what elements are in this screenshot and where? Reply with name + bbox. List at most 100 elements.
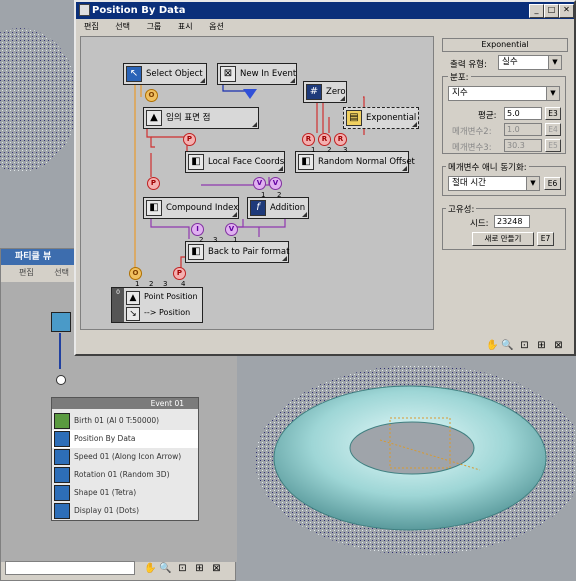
speed-icon [54, 449, 70, 465]
seed-field[interactable]: 23248 [494, 215, 530, 228]
menu-group[interactable]: 그룹 [147, 22, 162, 31]
node-back-to-pair[interactable]: ◧ Back to Pair format [185, 241, 289, 263]
new-seed-button[interactable]: 새로 만들기 [472, 232, 534, 246]
maximize-button[interactable]: □ [544, 4, 559, 18]
menu-select[interactable]: 선택 [115, 22, 130, 31]
triangle-icon: ▲ [126, 291, 140, 305]
event-item-label: Rotation 01 (Random 3D) [74, 470, 170, 479]
zoom-region-icon[interactable]: ⊡ [176, 562, 189, 575]
node-local-face-coords[interactable]: ◧ Local Face Coords [185, 151, 285, 173]
distribution-select[interactable]: 지수 ▼ [448, 86, 560, 101]
param2-field[interactable]: 1.0 [504, 123, 542, 136]
zoom-extents-icon[interactable]: ⊞ [193, 562, 206, 575]
pv-status-field[interactable] [5, 561, 135, 575]
event-item-speed[interactable]: Speed 01 (Along Icon Arrow) [52, 448, 198, 466]
event-item-label: Position By Data [74, 434, 136, 443]
event-item-birth[interactable]: Birth 01 (Al 0 T:50000) [52, 412, 198, 430]
param3-label: 메개변수3: [452, 143, 492, 153]
node-random-normal-offset[interactable]: ◧ Random Normal Offset [295, 151, 415, 173]
pv-menu-edit[interactable]: 편집 [19, 268, 34, 277]
port-number: 2 [277, 191, 282, 199]
menu-display[interactable]: 표시 [178, 22, 193, 31]
port-vector-2[interactable]: V [269, 177, 282, 190]
pv-menu-select[interactable]: 선택 [54, 268, 69, 277]
port-integer[interactable]: I [191, 223, 204, 236]
mean-field[interactable]: 5.0 [504, 107, 542, 120]
param2-button[interactable]: E4 [545, 123, 561, 136]
select-value: 절대 시간 [452, 178, 486, 188]
rollout-header[interactable]: Exponential [442, 38, 568, 52]
properties-panel: Exponential 출력 유형: 실수 ▼ 분포: 지수 ▼ 평균: 5.0 E… [434, 36, 570, 296]
app-icon [79, 4, 90, 16]
minimize-button[interactable]: _ [529, 4, 544, 18]
no-draw-icon[interactable]: ⊠ [552, 339, 565, 352]
port-point-3[interactable]: P [173, 267, 186, 280]
node-label-1: Point Position [144, 292, 198, 301]
event-item-shape[interactable]: Shape 01 (Tetra) [52, 484, 198, 502]
node-zero[interactable]: # Zero [303, 81, 347, 103]
index-icon: ◧ [146, 200, 162, 216]
wire [59, 333, 61, 369]
output-type-select[interactable]: 실수 ▼ [498, 55, 562, 70]
pan-icon[interactable]: ✋ [144, 562, 157, 575]
rotation-icon [54, 467, 70, 483]
node-addition[interactable]: f Addition [247, 197, 309, 219]
pan-icon[interactable]: ✋ [486, 339, 499, 352]
source-node-icon[interactable] [51, 312, 71, 332]
mean-button[interactable]: E3 [545, 107, 561, 120]
zoom-extents-icon[interactable]: ⊞ [535, 339, 548, 352]
menu-options[interactable]: 옵션 [209, 22, 224, 31]
port-object[interactable]: O [145, 89, 158, 102]
shape-icon [54, 485, 70, 501]
event-title: Event 01 [52, 398, 198, 409]
new-seed-code-button[interactable]: E7 [537, 232, 554, 246]
port-vector-1[interactable]: V [253, 177, 266, 190]
chevron-down-icon: ▼ [526, 177, 539, 190]
display-icon [54, 503, 70, 519]
node-label: New In Event [240, 69, 297, 79]
zoom-region-icon[interactable]: ⊡ [518, 339, 531, 352]
port-number: 1 [261, 191, 266, 199]
event-item-rotation[interactable]: Rotation 01 (Random 3D) [52, 466, 198, 484]
port-object-2[interactable]: O [129, 267, 142, 280]
port-number: 3 [343, 146, 348, 154]
node-point-position[interactable]: 0 ▲ ↘ Point Position --> Position [111, 287, 203, 323]
node-new-in-event[interactable]: ⊠ New In Event [217, 63, 297, 85]
port-real-1[interactable]: R [302, 133, 315, 146]
event-box[interactable]: Event 01 Birth 01 (Al 0 T:50000) Positio… [51, 397, 199, 521]
position-icon [54, 431, 70, 447]
event-item-label: Birth 01 (Al 0 T:50000) [74, 416, 160, 425]
zoom-icon[interactable]: 🔍 [501, 339, 514, 352]
sync-button[interactable]: E6 [544, 177, 561, 190]
node-exponential[interactable]: ▤ Exponential [343, 107, 419, 129]
menu-edit[interactable]: 편집 [84, 22, 99, 31]
sync-select[interactable]: 절대 시간 ▼ [448, 176, 540, 191]
port-number: 1 [233, 236, 238, 244]
trigger-connector[interactable] [243, 89, 257, 99]
port-real-3[interactable]: R [334, 133, 347, 146]
position-by-data-window: Position By Data _ □ ✕ 편집 선택 그룹 표시 옵션 ↖ … [74, 0, 576, 356]
coords-icon: ◧ [188, 154, 204, 170]
schematic-canvas[interactable]: ↖ Select Object ⊠ New In Event # Zero ▲ … [80, 36, 434, 330]
param3-button[interactable]: E5 [545, 139, 561, 152]
node-select-object[interactable]: ↖ Select Object [123, 63, 207, 85]
event-item-label: Speed 01 (Along Icon Arrow) [74, 452, 182, 461]
distribution-icon: ▤ [346, 110, 362, 126]
node-surface-point[interactable]: ▲ 임의 표면 점 [143, 107, 259, 129]
port-vector-3[interactable]: V [225, 223, 238, 236]
event-item-position-by-data[interactable]: Position By Data [52, 430, 198, 448]
event-input-port[interactable] [56, 375, 66, 385]
node-compound-index[interactable]: ◧ Compound Index [143, 197, 239, 219]
no-draw-icon[interactable]: ⊠ [210, 562, 223, 575]
port-number: 2 [149, 280, 154, 288]
node-label: Local Face Coords [208, 157, 285, 167]
port-real-2[interactable]: R [318, 133, 331, 146]
close-button[interactable]: ✕ [559, 4, 574, 18]
zoom-icon[interactable]: 🔍 [159, 562, 172, 575]
chevron-down-icon: ▼ [548, 56, 561, 69]
port-point[interactable]: P [183, 133, 196, 146]
port-point-2[interactable]: P [147, 177, 160, 190]
event-item-display[interactable]: Display 01 (Dots) [52, 502, 198, 520]
param3-field[interactable]: 30.3 [504, 139, 542, 152]
node-label: Compound Index [166, 203, 239, 213]
